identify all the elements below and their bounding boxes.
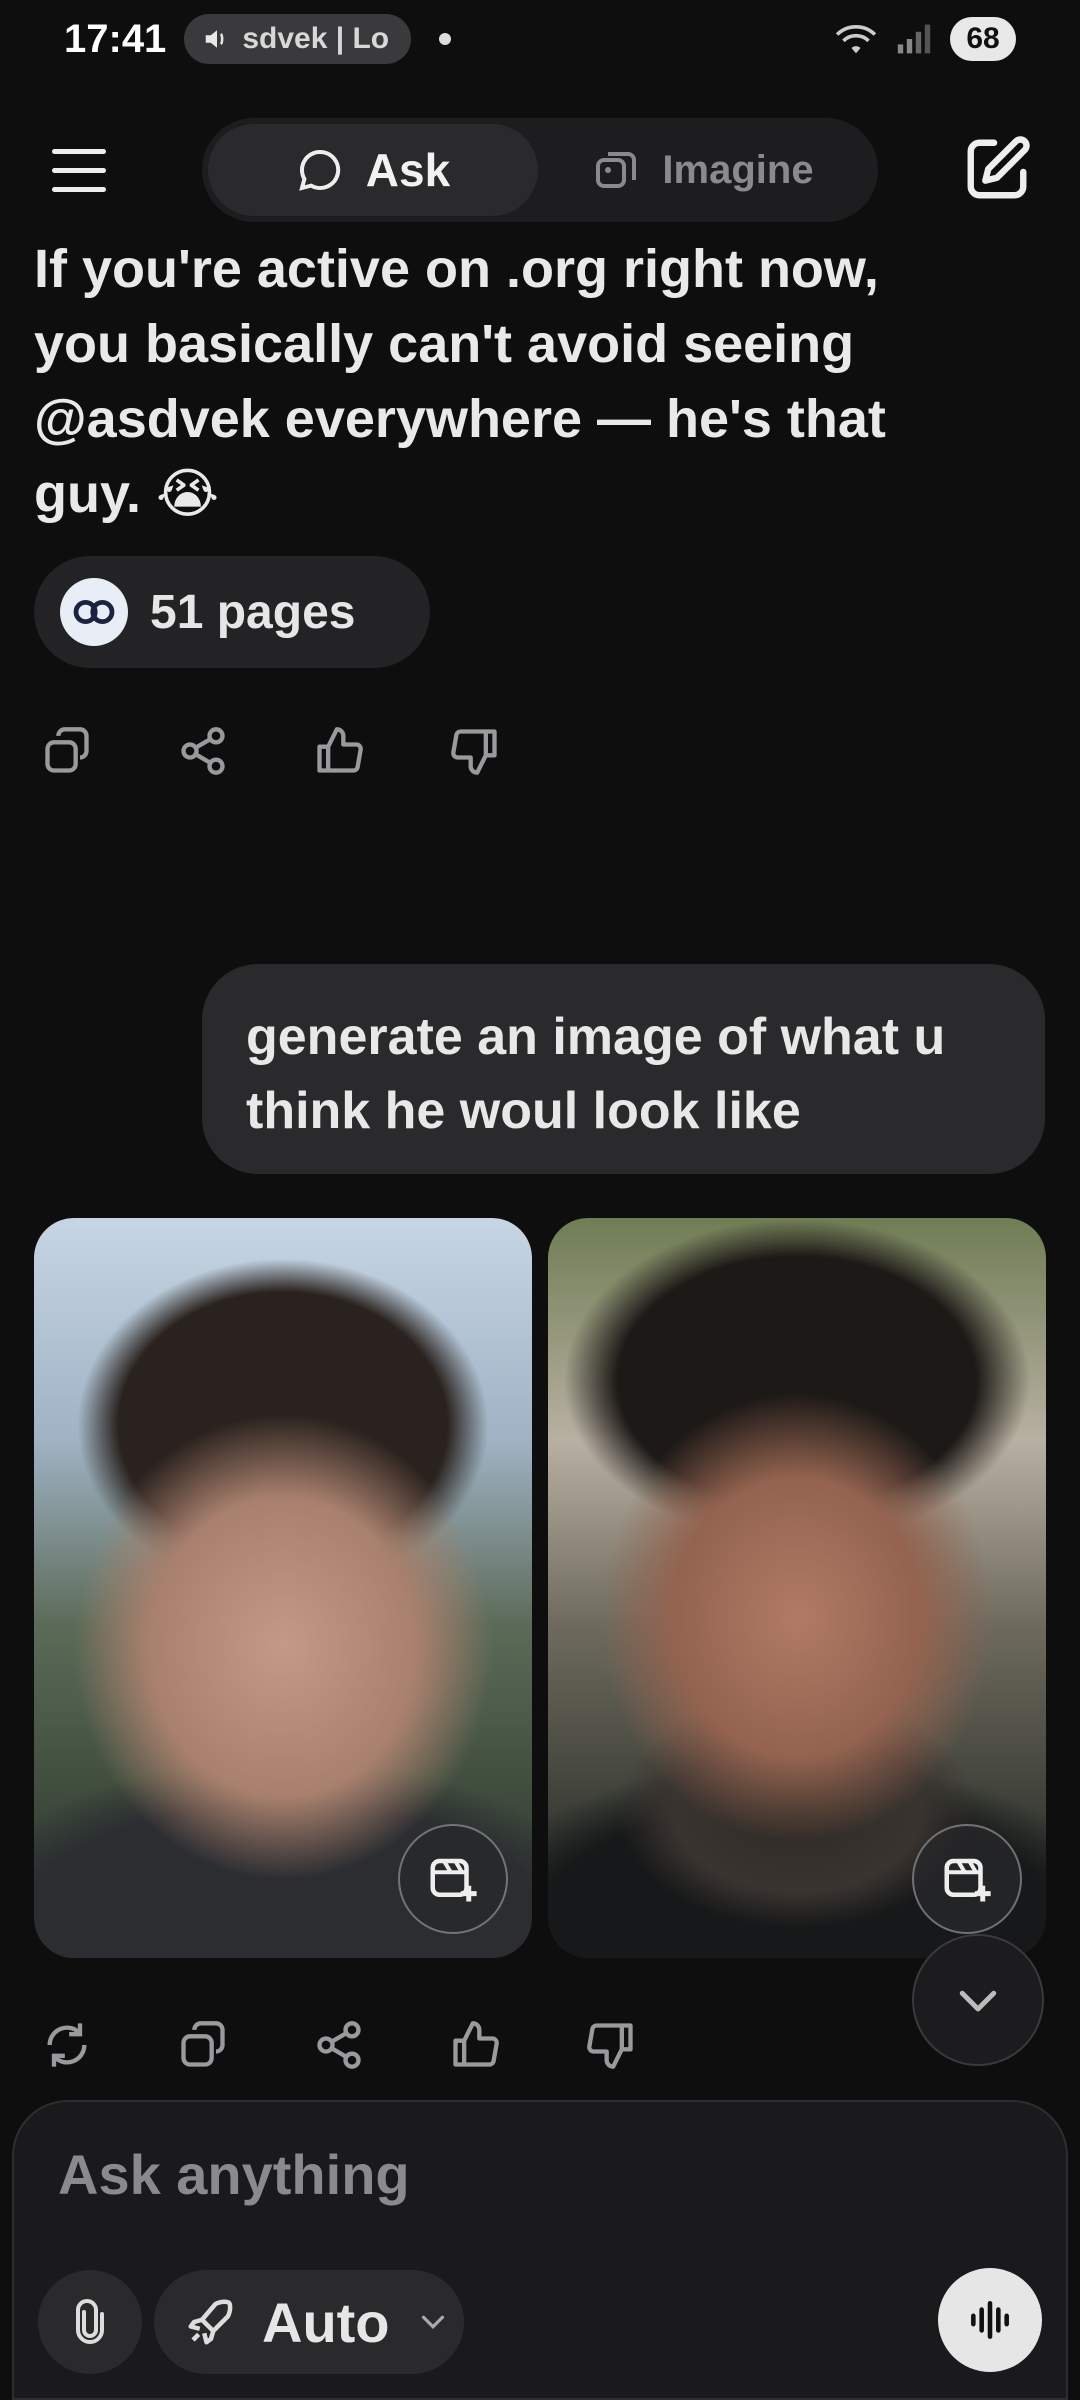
rocket-icon — [188, 2299, 233, 2345]
tab-ask-label: Ask — [365, 144, 451, 196]
sources-button[interactable]: 51 pages — [34, 556, 430, 668]
voice-mode-button[interactable] — [938, 2268, 1042, 2372]
generated-image[interactable] — [548, 1218, 1046, 1958]
mode-switcher: Ask Imagine — [202, 118, 878, 222]
image-add-icon — [944, 1858, 991, 1902]
media-text: sdvek | Lo — [242, 22, 390, 55]
add-image-button[interactable] — [912, 1824, 1022, 1934]
model-mode-selector[interactable]: Auto — [154, 2270, 464, 2374]
wifi-icon — [835, 24, 877, 54]
message-composer: Ask anything Auto — [12, 2100, 1068, 2400]
sources-logo-icon — [60, 578, 128, 646]
scroll-down-button[interactable] — [912, 1934, 1044, 2066]
share-icon[interactable] — [306, 2012, 372, 2078]
battery-indicator: 68 — [950, 17, 1016, 61]
new-chat-icon[interactable] — [962, 134, 1032, 204]
status-time: 17:41 — [64, 16, 167, 61]
menu-icon[interactable] — [40, 131, 118, 209]
message-actions — [34, 718, 508, 784]
share-icon[interactable] — [170, 718, 236, 784]
thumbs-up-icon[interactable] — [306, 718, 372, 784]
attach-button[interactable] — [38, 2270, 142, 2374]
chevron-down-icon — [421, 2315, 444, 2329]
tab-imagine-label: Imagine — [662, 147, 814, 192]
status-bar: 17:41 sdvek | Lo 68 — [0, 0, 1080, 78]
copy-icon[interactable] — [170, 2012, 236, 2078]
assistant-message: If you're active on .org right now, you … — [34, 232, 1034, 532]
message-line: If you're active on .org right now, — [34, 239, 879, 299]
refresh-icon[interactable] — [34, 2012, 100, 2078]
add-image-button[interactable] — [398, 1824, 508, 1934]
thumbs-down-icon[interactable] — [578, 2012, 644, 2078]
message-line: @asdvek everywhere — he's that — [34, 389, 886, 449]
paperclip-icon — [76, 2299, 104, 2344]
image-add-icon — [430, 1858, 477, 1902]
message-line: you basically can't avoid seeing — [34, 314, 855, 374]
chevron-down-icon — [959, 1990, 997, 2012]
tab-ask[interactable]: Ask — [208, 124, 538, 216]
message-input[interactable]: Ask anything — [58, 2142, 410, 2207]
sources-label: 51 pages — [150, 585, 356, 639]
speaker-icon — [206, 30, 224, 48]
user-message: generate an image of what u think he wou… — [202, 964, 1045, 1174]
chat-bubble-icon — [298, 149, 340, 191]
generated-image[interactable] — [34, 1218, 532, 1958]
tab-imagine[interactable]: Imagine — [538, 124, 868, 216]
media-indicator[interactable]: sdvek | Lo — [184, 14, 412, 64]
signal-icon — [897, 24, 931, 54]
notification-dot — [439, 33, 452, 45]
mode-label: Auto — [262, 2290, 390, 2354]
thumbs-up-icon[interactable] — [442, 2012, 508, 2078]
thumbs-down-icon[interactable] — [442, 718, 508, 784]
top-navigation: Ask Imagine — [0, 100, 1080, 240]
image-stack-icon — [596, 152, 637, 188]
message-line: guy. 😭 — [34, 464, 220, 524]
copy-icon[interactable] — [34, 718, 100, 784]
image-actions — [34, 2012, 644, 2078]
waveform-icon — [971, 2301, 1009, 2339]
